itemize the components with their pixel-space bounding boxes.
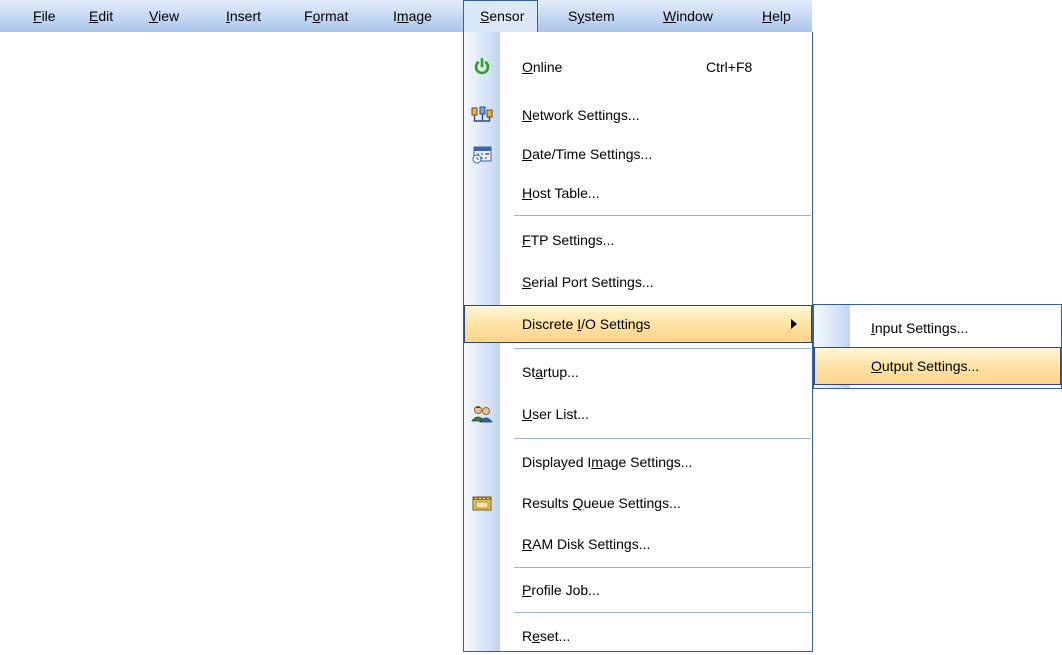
menu-item-online[interactable]: Online Ctrl+F8 <box>464 48 812 86</box>
menu-item-date-time-settings[interactable]: Date/Time Settings... <box>464 135 812 173</box>
discrete-io-submenu: Input Settings... Output Settings... <box>813 304 1062 389</box>
menu-bar: File Edit View Insert Format Image Senso… <box>0 0 812 32</box>
menu-mnemonic: W <box>663 8 677 24</box>
menu-mnemonic: F <box>33 8 42 24</box>
menu-item-profile-job[interactable]: Profile Job... <box>464 571 812 609</box>
menu-label: age <box>408 8 432 24</box>
menu-label: stem <box>584 8 615 24</box>
menu-item-results-queue-settings[interactable]: Results Queue Settings... <box>464 484 812 522</box>
menu-mnemonic: H <box>762 8 773 24</box>
menu-item-label: Discrete I/O Settings <box>522 316 651 332</box>
menu-mnemonic: E <box>89 8 99 24</box>
calendar-clock-icon <box>471 144 493 164</box>
sensor-dropdown-menu: Online Ctrl+F8 Network Settings... Date/… <box>463 32 813 652</box>
menu-item-discrete-io-settings[interactable]: Discrete I/O Settings <box>464 305 812 343</box>
menu-item-label: Online <box>522 59 563 75</box>
submenu-item-input-settings[interactable]: Input Settings... <box>814 309 1061 347</box>
menu-item-host-table[interactable]: Host Table... <box>464 174 812 212</box>
menu-insert[interactable]: Insert <box>224 0 263 32</box>
menu-label: nsert <box>229 8 262 24</box>
menu-item-label: RAM Disk Settings... <box>522 536 651 552</box>
menu-item-displayed-image-settings[interactable]: Displayed Image Settings... <box>464 443 812 481</box>
menu-item-label: Results Queue Settings... <box>522 495 681 511</box>
menu-label: S <box>568 8 578 24</box>
menu-item-label: Profile Job... <box>522 582 600 598</box>
menu-view[interactable]: View <box>147 0 181 32</box>
network-icon <box>471 105 493 125</box>
menu-item-user-list[interactable]: User List... <box>464 395 812 433</box>
menu-item-label: Host Table... <box>522 185 600 201</box>
menu-separator <box>514 438 811 439</box>
menu-label: ensor <box>489 8 525 24</box>
menu-separator <box>514 567 811 568</box>
menu-label: elp <box>772 8 791 24</box>
menu-item-ftp-settings[interactable]: FTP Settings... <box>464 221 812 259</box>
menu-mnemonic: S <box>480 8 490 24</box>
users-icon <box>471 404 493 424</box>
menu-item-startup[interactable]: Startup... <box>464 353 812 391</box>
menu-item-label: User List... <box>522 406 589 422</box>
menu-item-label: Input Settings... <box>871 320 969 336</box>
menu-image[interactable]: Image <box>391 0 434 32</box>
menu-separator <box>514 215 811 216</box>
menu-item-label: Displayed Image Settings... <box>522 454 693 470</box>
menu-label: iew <box>158 8 180 24</box>
menu-label: indow <box>676 8 713 24</box>
menu-item-ram-disk-settings[interactable]: RAM Disk Settings... <box>464 525 812 563</box>
menu-item-label: Reset... <box>522 628 571 644</box>
menu-format[interactable]: Format <box>302 0 350 32</box>
menu-item-label: Date/Time Settings... <box>522 146 653 162</box>
submenu-arrow-icon <box>791 319 797 329</box>
menu-item-serial-port-settings[interactable]: Serial Port Settings... <box>464 263 812 301</box>
menu-sensor[interactable]: Sensor <box>463 0 539 32</box>
menu-item-reset[interactable]: Reset... <box>464 617 812 655</box>
menu-label: F <box>304 8 313 24</box>
menu-label: rmat <box>320 8 349 24</box>
menu-separator <box>514 348 811 349</box>
menu-mnemonic: V <box>149 8 159 24</box>
menu-label: ile <box>41 8 56 24</box>
menu-label: dit <box>98 8 114 24</box>
power-icon <box>471 57 493 77</box>
menu-item-shortcut: Ctrl+F8 <box>706 59 753 75</box>
menu-separator <box>514 612 811 613</box>
film-icon <box>471 493 493 513</box>
menu-item-label: Startup... <box>522 364 579 380</box>
menu-edit[interactable]: Edit <box>87 0 115 32</box>
menu-item-network-settings[interactable]: Network Settings... <box>464 96 812 134</box>
menu-help[interactable]: Help <box>760 0 793 32</box>
menu-window[interactable]: Window <box>661 0 715 32</box>
submenu-item-output-settings[interactable]: Output Settings... <box>814 347 1061 385</box>
menu-mnemonic: m <box>396 8 409 24</box>
menu-system[interactable]: System <box>566 0 617 32</box>
menu-file[interactable]: File <box>31 0 58 32</box>
menu-item-label: Network Settings... <box>522 107 640 123</box>
menu-item-label: Serial Port Settings... <box>522 274 654 290</box>
menu-item-label: FTP Settings... <box>522 232 615 248</box>
menu-item-label: Output Settings... <box>871 358 980 374</box>
